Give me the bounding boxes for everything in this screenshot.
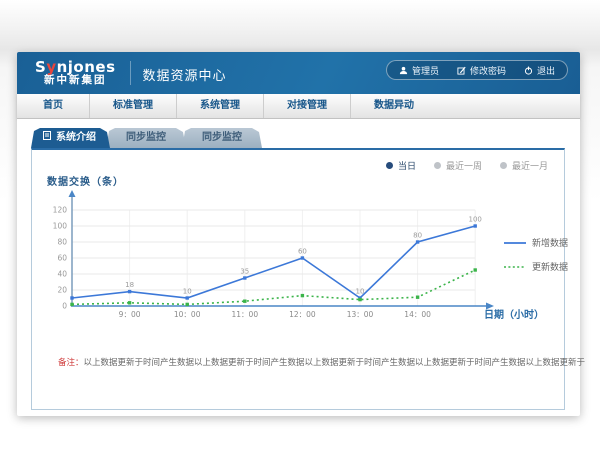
nav-item-data-changes[interactable]: 数据异动 bbox=[351, 94, 437, 118]
nav-item-standard-mgmt[interactable]: 标准管理 bbox=[90, 94, 177, 118]
filter-label: 最近一月 bbox=[512, 159, 548, 172]
main-nav: 首页 标准管理 系统管理 对接管理 数据异动 bbox=[17, 94, 580, 119]
edit-icon bbox=[457, 66, 466, 75]
content-area: 系统介绍 同步监控 同步监控 当日 最近一周 bbox=[17, 119, 580, 416]
solid-line-icon bbox=[504, 239, 526, 247]
power-icon bbox=[524, 66, 533, 75]
filter-today[interactable]: 当日 bbox=[386, 159, 416, 172]
svg-text:100: 100 bbox=[53, 222, 68, 231]
legend-update-data[interactable]: 更新数据 bbox=[504, 260, 568, 273]
svg-text:18: 18 bbox=[125, 281, 134, 289]
chart-legend: 新增数据 更新数据 bbox=[504, 236, 568, 273]
time-range-filters: 当日 最近一周 最近一月 bbox=[386, 159, 548, 172]
y-axis-title: 数据交换（条） bbox=[47, 173, 124, 188]
svg-text:20: 20 bbox=[57, 286, 67, 295]
dotted-line-icon bbox=[504, 263, 526, 271]
logout-button[interactable]: 退出 bbox=[524, 64, 555, 77]
svg-text:60: 60 bbox=[57, 254, 67, 263]
legend-new-data[interactable]: 新增数据 bbox=[504, 236, 568, 249]
app-window: Synjones 新中新集团 数据资源中心 管理员 修改密码 bbox=[17, 52, 580, 415]
footer-note: 备注：以上数据更新于时间产生数据以上数据更新于时间产生数据以上数据更新于时间产生… bbox=[58, 356, 558, 368]
filter-label: 当日 bbox=[398, 159, 416, 172]
nav-item-interface-mgmt[interactable]: 对接管理 bbox=[264, 94, 351, 118]
svg-text:35: 35 bbox=[240, 268, 249, 276]
tab-label: 同步监控 bbox=[126, 132, 166, 143]
user-menu: 管理员 修改密码 退出 bbox=[386, 60, 568, 80]
line-chart: 0 20 40 60 80 100 120 9：00 10：00 11：00 12：00 13：00 1… bbox=[36, 190, 528, 330]
chart-panel: 当日 最近一周 最近一月 数据交换（条） 0 20 40 60 80 100 120 9：00… bbox=[31, 148, 565, 410]
svg-text:0: 0 bbox=[62, 302, 67, 311]
company-logo: Synjones 新中新集团 bbox=[35, 59, 116, 87]
document-icon bbox=[43, 128, 51, 148]
svg-text:120: 120 bbox=[53, 206, 68, 215]
svg-text:100: 100 bbox=[469, 216, 482, 224]
legend-label: 新增数据 bbox=[532, 236, 568, 249]
svg-text:10: 10 bbox=[183, 288, 192, 296]
svg-text:10：00: 10：00 bbox=[174, 310, 201, 319]
logout-label: 退出 bbox=[537, 64, 555, 77]
svg-text:80: 80 bbox=[413, 232, 422, 240]
radio-icon bbox=[500, 162, 507, 169]
svg-text:14：00: 14：00 bbox=[404, 310, 431, 319]
company-name: 新中新集团 bbox=[35, 75, 116, 87]
svg-text:40: 40 bbox=[57, 270, 67, 279]
tab-label: 系统介绍 bbox=[56, 128, 96, 148]
admin-user-button[interactable]: 管理员 bbox=[399, 64, 439, 77]
radio-icon bbox=[434, 162, 441, 169]
user-icon bbox=[399, 66, 408, 75]
change-password-button[interactable]: 修改密码 bbox=[457, 64, 506, 77]
tab-system-intro[interactable]: 系统介绍 bbox=[31, 128, 110, 148]
nav-item-system-mgmt[interactable]: 系统管理 bbox=[177, 94, 264, 118]
x-axis-title: 日期（小时） bbox=[484, 306, 544, 321]
note-text: 以上数据更新于时间产生数据以上数据更新于时间产生数据以上数据更新于时间产生数据以… bbox=[84, 358, 586, 368]
legend-label: 更新数据 bbox=[532, 260, 568, 273]
svg-text:9：00: 9：00 bbox=[119, 310, 141, 319]
admin-user-label: 管理员 bbox=[412, 64, 439, 77]
note-prefix: 备注： bbox=[58, 358, 84, 368]
svg-text:13：00: 13：00 bbox=[347, 310, 374, 319]
tab-sync-monitor-2[interactable]: 同步监控 bbox=[182, 128, 262, 148]
filter-last-week[interactable]: 最近一周 bbox=[434, 159, 482, 172]
brand-name: Synjones bbox=[35, 59, 116, 76]
tab-label: 同步监控 bbox=[202, 132, 242, 143]
tab-bar: 系统介绍 同步监控 同步监控 bbox=[31, 128, 258, 148]
page-title: 数据资源中心 bbox=[143, 65, 227, 84]
change-password-label: 修改密码 bbox=[470, 64, 506, 77]
radio-selected-icon bbox=[386, 162, 393, 169]
filter-last-month[interactable]: 最近一月 bbox=[500, 159, 548, 172]
svg-text:80: 80 bbox=[57, 238, 67, 247]
app-header: Synjones 新中新集团 数据资源中心 管理员 修改密码 bbox=[17, 52, 580, 94]
filter-label: 最近一周 bbox=[446, 159, 482, 172]
nav-item-home[interactable]: 首页 bbox=[17, 94, 90, 118]
svg-text:10: 10 bbox=[356, 288, 365, 296]
svg-text:60: 60 bbox=[298, 248, 307, 256]
header-divider bbox=[130, 61, 131, 85]
tab-sync-monitor-1[interactable]: 同步监控 bbox=[106, 128, 186, 148]
svg-text:11：00: 11：00 bbox=[232, 310, 259, 319]
svg-text:12：00: 12：00 bbox=[289, 310, 316, 319]
